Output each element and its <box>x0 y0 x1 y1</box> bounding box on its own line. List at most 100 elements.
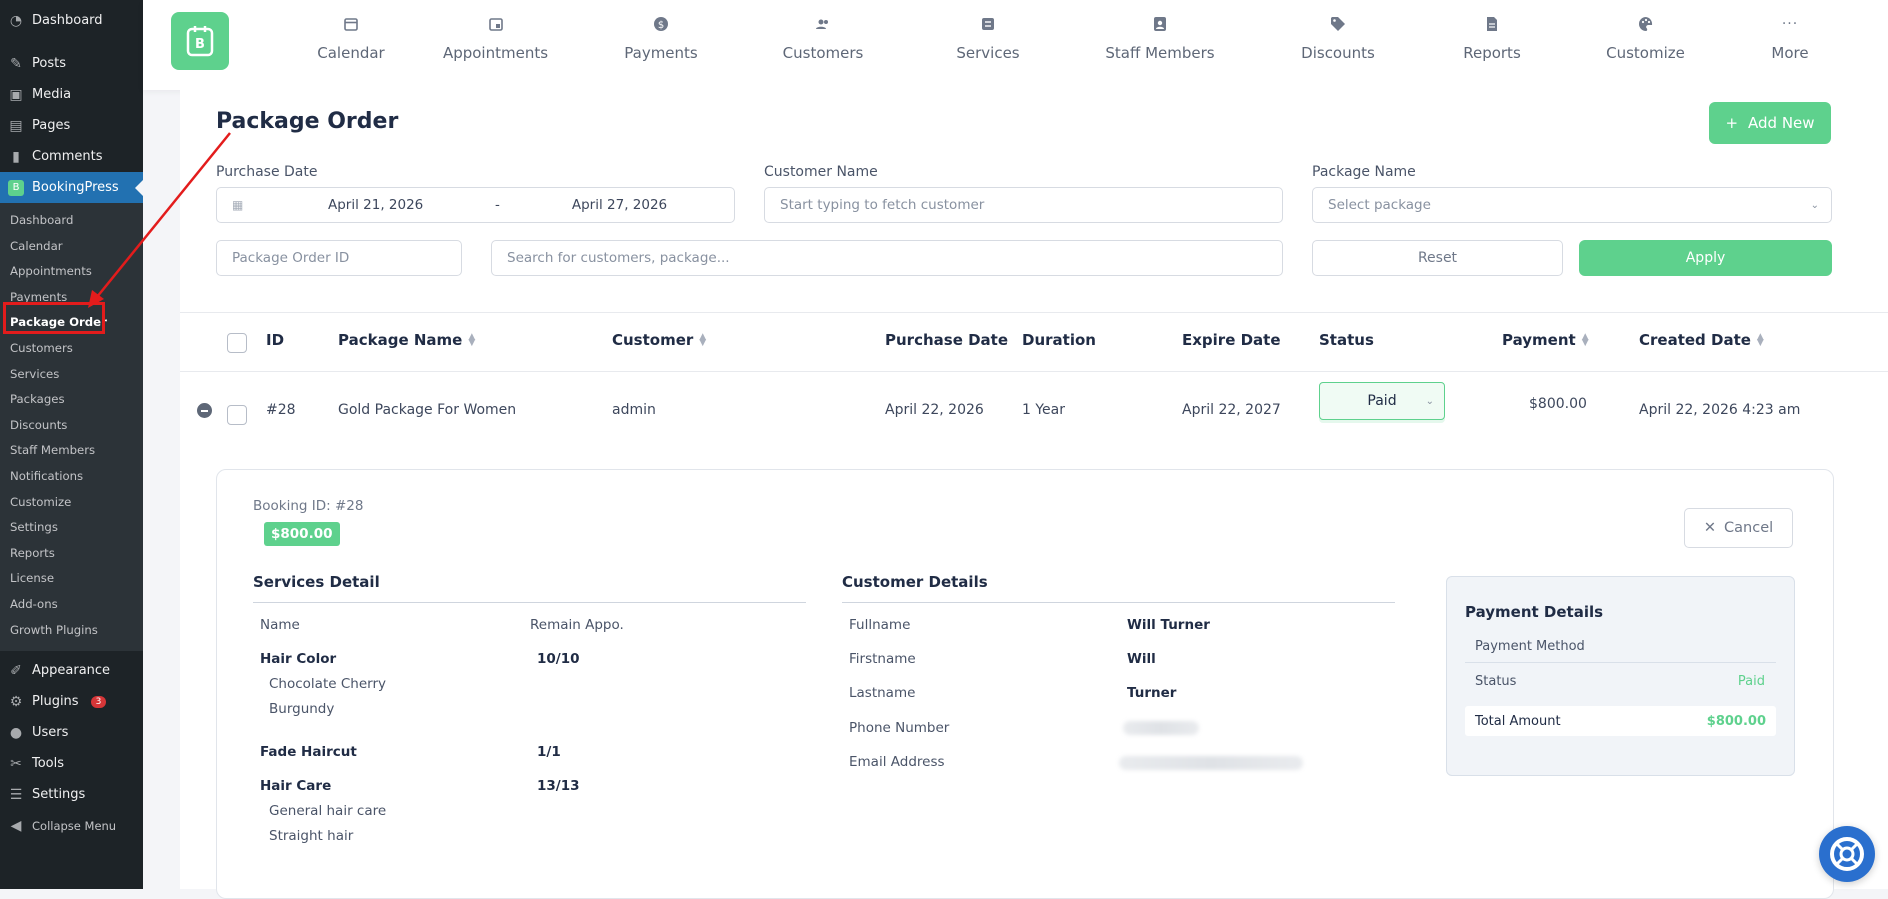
wp-menu-tools[interactable]: ✂ Tools <box>0 748 143 779</box>
main-panel: Package Order + Add New Purchase Date ▦ A… <box>180 90 1888 899</box>
wp-menu-settings[interactable]: ☰ Settings <box>0 779 143 810</box>
customer-field-label: Lastname <box>849 685 916 701</box>
topnav-customers[interactable]: Customers <box>783 16 863 62</box>
status-dropdown[interactable]: Paid ⌄ <box>1319 382 1445 420</box>
header-customer[interactable]: Customer ▲ ▼ <box>612 331 706 349</box>
submenu-growth-plugins[interactable]: Growth Plugins <box>0 618 143 644</box>
submenu-dashboard[interactable]: Dashboard <box>0 208 143 234</box>
payment-details-box: Payment Details Payment Method Status Pa… <box>1446 576 1795 776</box>
select-all-checkbox[interactable] <box>227 333 247 353</box>
services-col-name: Name <box>260 617 300 633</box>
submenu-settings[interactable]: Settings <box>0 515 143 541</box>
comment-icon: ▮ <box>12 148 20 165</box>
topnav-staff-members[interactable]: Staff Members <box>1105 16 1215 62</box>
topnav-more[interactable]: ··· More <box>1765 16 1815 62</box>
bookingpress-logo[interactable]: B <box>171 12 229 70</box>
dashboard-icon: ◔ <box>9 12 23 29</box>
topnav-reports[interactable]: Reports <box>1457 16 1527 62</box>
customer-name-input[interactable]: Start typing to fetch customer <box>764 187 1283 223</box>
wp-menu-posts[interactable]: ✎ Posts <box>0 48 143 79</box>
customers-icon <box>815 16 831 38</box>
bookingpress-icon: B <box>8 179 24 196</box>
header-package-name[interactable]: Package Name ▲ ▼ <box>338 331 475 349</box>
header-payment[interactable]: Payment ▲ ▼ <box>1502 331 1589 349</box>
wrench-icon: ✂ <box>10 755 22 772</box>
purchase-date-range[interactable]: ▦ April 21, 2026 - April 27, 2026 <box>216 187 735 223</box>
service-remain: 1/1 <box>537 744 561 760</box>
collapse-row-icon[interactable] <box>197 403 212 418</box>
submenu-calendar[interactable]: Calendar <box>0 234 143 260</box>
submenu-notifications[interactable]: Notifications <box>0 464 143 490</box>
service-remain: 13/13 <box>537 778 580 794</box>
row-purchase-date: April 22, 2026 <box>885 402 984 418</box>
customer-field-label: Phone Number <box>849 720 950 736</box>
payment-method-label: Payment Method <box>1475 639 1585 654</box>
wp-menu-pages[interactable]: ▤ Pages <box>0 110 143 141</box>
customer-details-title: Customer Details <box>842 573 988 591</box>
submenu-reports[interactable]: Reports <box>0 541 143 567</box>
amount-badge: $800.00 <box>264 522 340 546</box>
page-title: Package Order <box>216 109 399 134</box>
topnav-customize[interactable]: Customize <box>1603 16 1688 62</box>
submenu-staff-members[interactable]: Staff Members <box>0 438 143 464</box>
svg-text:B: B <box>195 37 205 52</box>
wp-menu-plugins[interactable]: ⚙ Plugins 3 <box>0 686 143 717</box>
total-amount-label: Total Amount <box>1475 714 1561 729</box>
service-name: Hair Care <box>260 778 332 794</box>
topnav-payments[interactable]: $ Payments <box>621 16 701 62</box>
wp-menu-users[interactable]: ● Users <box>0 717 143 748</box>
submenu-packages[interactable]: Packages <box>0 387 143 413</box>
service-sub-item: Burgundy <box>269 701 335 717</box>
topnav-calendar[interactable]: Calendar <box>301 16 401 62</box>
wp-menu-dashboard[interactable]: ◔ Dashboard <box>0 5 143 36</box>
topnav-appointments[interactable]: Appointments <box>443 16 548 62</box>
cancel-button[interactable]: ✕ Cancel <box>1684 508 1793 548</box>
package-select[interactable]: Select package ⌄ <box>1312 187 1832 223</box>
annotation-highlight-box <box>3 302 105 334</box>
wp-menu-comments[interactable]: ▮ Comments <box>0 141 143 172</box>
submenu-appointments[interactable]: Appointments <box>0 259 143 285</box>
row-checkbox[interactable] <box>227 405 247 425</box>
submenu-discounts[interactable]: Discounts <box>0 413 143 439</box>
payment-status-value: Paid <box>1737 674 1765 689</box>
submenu-customers[interactable]: Customers <box>0 336 143 362</box>
wp-menu-appearance[interactable]: ✐ Appearance <box>0 655 143 686</box>
submenu-license[interactable]: License <box>0 566 143 592</box>
topnav-services[interactable]: Services <box>953 16 1023 62</box>
submenu-customize[interactable]: Customize <box>0 490 143 516</box>
header-created-date[interactable]: Created Date ▲ ▼ <box>1639 331 1764 349</box>
row-id: #28 <box>266 402 296 418</box>
header-expire-date: Expire Date <box>1182 331 1281 349</box>
email-redacted <box>1119 756 1303 770</box>
staff-icon <box>1152 16 1168 38</box>
services-col-remain: Remain Appo. <box>530 617 624 633</box>
apply-button[interactable]: Apply <box>1579 240 1832 276</box>
date-from-value: April 21, 2026 <box>328 197 424 213</box>
phone-number-redacted <box>1123 721 1199 735</box>
services-detail-title: Services Detail <box>253 573 380 591</box>
more-icon: ··· <box>1781 16 1799 32</box>
add-new-button[interactable]: + Add New <box>1709 102 1831 144</box>
service-name: Hair Color <box>260 651 337 667</box>
topnav-discounts[interactable]: Discounts <box>1298 16 1378 62</box>
row-package-name: Gold Package For Women <box>338 402 517 418</box>
submenu-add-ons[interactable]: Add-ons <box>0 592 143 618</box>
help-lifebuoy-button[interactable] <box>1819 826 1875 882</box>
wp-menu-collapse[interactable]: ◀ Collapse Menu <box>0 810 143 841</box>
reports-icon <box>1484 16 1500 38</box>
wp-menu-media[interactable]: ▣ Media <box>0 79 143 110</box>
settings-icon: ☰ <box>9 786 23 803</box>
search-input[interactable]: Search for customers, package... <box>491 240 1283 276</box>
package-detail-panel: Booking ID: #28 $800.00 ✕ Cancel Services… <box>216 469 1834 899</box>
row-payment: $800.00 <box>1529 396 1587 412</box>
service-sub-item: Straight hair <box>269 828 354 844</box>
wp-menu-bookingpress[interactable]: B BookingPress <box>0 172 143 203</box>
brush-icon: ✐ <box>10 662 22 679</box>
bookingpress-submenu: Dashboard Calendar Appointments Payments… <box>0 203 143 652</box>
section-underline <box>253 602 806 603</box>
package-order-id-input[interactable]: Package Order ID <box>216 240 462 276</box>
reset-button[interactable]: Reset <box>1312 240 1563 276</box>
sort-icon: ▲ ▼ <box>468 332 476 348</box>
row-expire-date: April 22, 2027 <box>1182 402 1281 418</box>
submenu-services[interactable]: Services <box>0 362 143 388</box>
